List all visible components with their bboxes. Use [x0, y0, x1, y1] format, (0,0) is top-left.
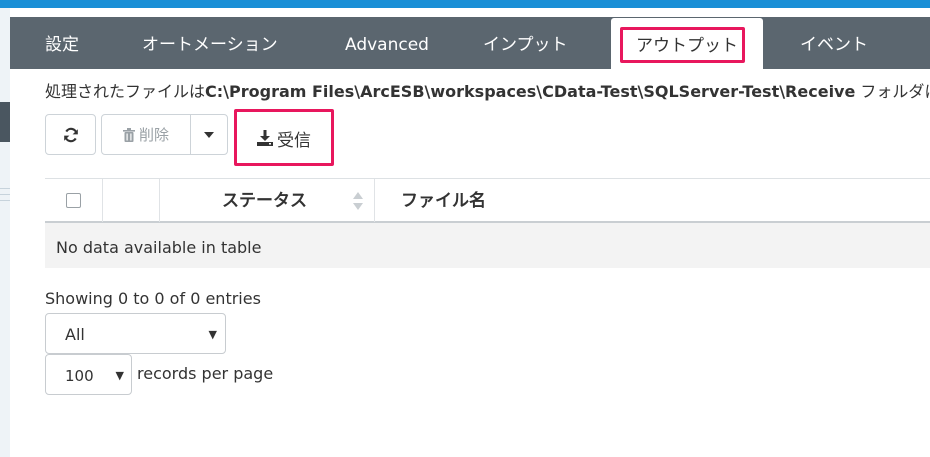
- records-per-page-label: records per page: [137, 364, 274, 383]
- receive-button[interactable]: 受信: [241, 116, 327, 160]
- column-separator: [374, 179, 375, 222]
- left-background-edge: [0, 8, 10, 457]
- sort-icon[interactable]: [352, 190, 364, 212]
- delete-dropdown-button[interactable]: [190, 114, 228, 155]
- files-table-header: ステータス ファイル名: [45, 178, 930, 223]
- page-size-value: 100: [65, 367, 94, 385]
- refresh-button[interactable]: [45, 114, 96, 155]
- description-suffix: フォルダに: [860, 82, 930, 101]
- top-accent-strip: [0, 0, 930, 8]
- tab-advanced[interactable]: Advanced: [345, 17, 429, 69]
- description-prefix: 処理されたファイルは: [45, 82, 206, 101]
- tab-events[interactable]: イベント: [800, 17, 868, 69]
- column-separator: [159, 179, 160, 222]
- left-edge-line: [0, 194, 10, 195]
- processed-folder-description: 処理されたファイルはC:\Program Files\ArcESB\worksp…: [45, 80, 930, 104]
- entries-info: Showing 0 to 0 of 0 entries: [45, 289, 261, 308]
- tab-automation[interactable]: オートメーション: [142, 17, 278, 69]
- receive-label: 受信: [277, 130, 311, 151]
- column-header-filename[interactable]: ファイル名: [401, 179, 486, 222]
- filter-dropdown-arrow-icon: ▼: [208, 328, 217, 341]
- empty-message: No data available in table: [56, 238, 262, 257]
- select-all-checkbox[interactable]: [66, 193, 81, 208]
- left-edge-line: [0, 200, 10, 201]
- left-edge-line: [0, 188, 10, 189]
- tab-settings[interactable]: 設定: [45, 17, 79, 69]
- delete-button[interactable]: 削除: [101, 114, 191, 155]
- column-header-status[interactable]: ステータス: [222, 179, 307, 222]
- caret-down-icon: [204, 131, 214, 138]
- output-tab-highlight: [620, 27, 745, 63]
- tab-bar: 設定 オートメーション Advanced インプット アウトプット イベント: [10, 17, 930, 69]
- tab-input[interactable]: インプット: [483, 17, 568, 69]
- trash-icon: [122, 127, 135, 142]
- table-empty-row: No data available in table: [45, 223, 930, 268]
- column-separator: [102, 179, 103, 222]
- refresh-icon: [63, 127, 78, 142]
- left-edge-block: [0, 102, 10, 142]
- filter-select[interactable]: All ▼: [45, 313, 226, 354]
- delete-label: 削除: [138, 126, 169, 144]
- filter-value: All: [65, 325, 85, 344]
- page-size-select[interactable]: 100 ▼: [45, 354, 132, 395]
- page-size-dropdown-arrow-icon: ▼: [115, 369, 124, 382]
- download-icon: [257, 130, 273, 146]
- output-panel: 設定 オートメーション Advanced インプット アウトプット イベント 処…: [10, 8, 930, 457]
- folder-path: C:\Program Files\ArcESB\workspaces\CData…: [205, 82, 856, 101]
